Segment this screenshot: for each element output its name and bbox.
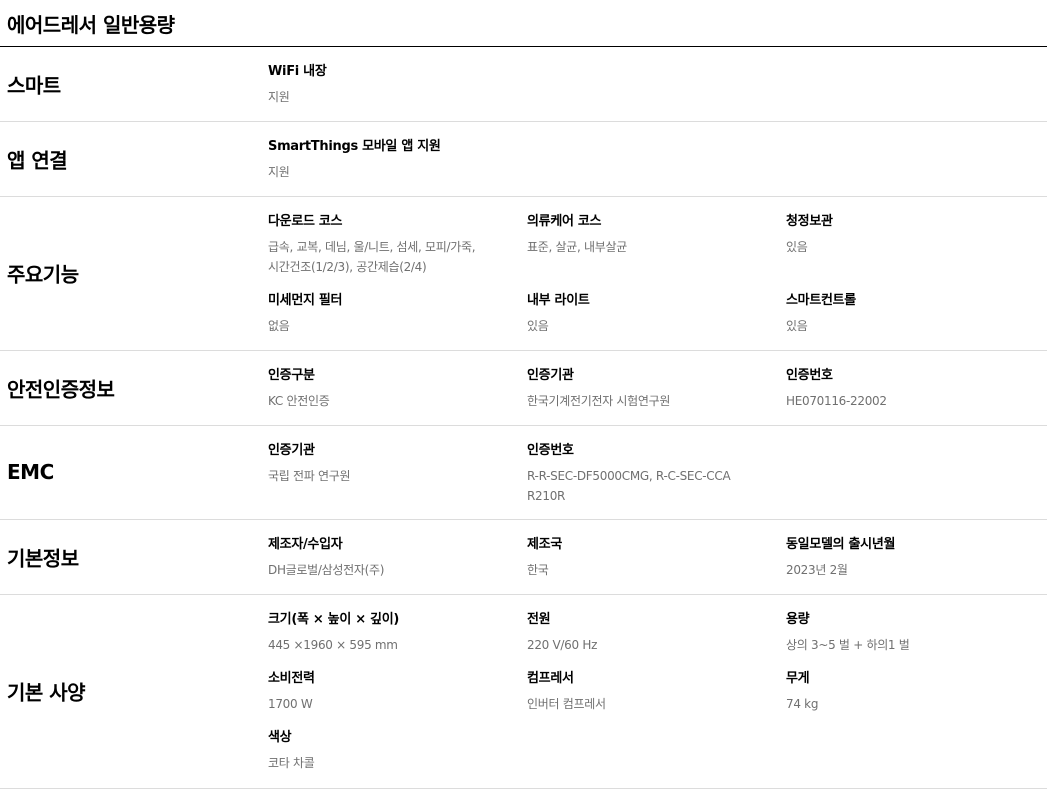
- spec-label: 스마트컨트롤: [786, 293, 856, 308]
- spec-label: 인증기관: [268, 443, 315, 458]
- spec-value: 없음: [268, 319, 290, 333]
- spec-item-clean-storage: 청정보관 있음: [786, 213, 1006, 257]
- section-title-smart: 스마트: [7, 73, 61, 98]
- spec-item-weight: 무게 74 kg: [786, 670, 1006, 714]
- spec-label: 청정보관: [786, 214, 833, 229]
- spec-value: 상의 3~5 벌 + 하의1 벌: [786, 638, 910, 652]
- section-spec: 기본 사양 크기(폭 × 높이 × 깊이) 445 ×1960 × 595 mm…: [0, 595, 1047, 789]
- spec-label: 전원: [527, 612, 551, 627]
- spec-value: 2023년 2월: [786, 563, 848, 577]
- spec-value: 한국기계전기전자 시험연구원: [527, 394, 671, 408]
- spec-item-wifi: WiFi 내장 지원: [268, 63, 488, 107]
- spec-item-compressor: 컴프레서 인버터 컴프레서: [527, 670, 747, 714]
- spec-label: 제조자/수입자: [268, 537, 343, 552]
- section-emc: EMC 인증기관 국립 전파 연구원 인증번호 R-R-SEC-DF5000CM…: [0, 426, 1047, 520]
- spec-value: 표준, 살균, 내부살균: [527, 240, 627, 254]
- spec-value: R-R-SEC-DF5000CMG, R-C-SEC-CCAR210R: [527, 469, 731, 503]
- section-features: 주요기능 다운로드 코스 급속, 교복, 데님, 울/니트, 섬세, 모피/가죽…: [0, 197, 1047, 351]
- section-smart: 스마트 WiFi 내장 지원: [0, 47, 1047, 122]
- spec-label: 다운로드 코스: [268, 214, 343, 229]
- section-safety: 안전인증정보 인증구분 KC 안전인증 인증기관 한국기계전기전자 시험연구원 …: [0, 351, 1047, 426]
- spec-value: HE070116-22002: [786, 394, 887, 408]
- section-title-spec: 기본 사양: [7, 680, 86, 705]
- spec-label: SmartThings 모바일 앱 지원: [268, 139, 441, 154]
- spec-item-release-date: 동일모델의 출시년월 2023년 2월: [786, 536, 1006, 580]
- spec-label: 인증구분: [268, 368, 315, 383]
- spec-item-cert-agency: 인증기관 한국기계전기전자 시험연구원: [527, 367, 747, 411]
- spec-value: 220 V/60 Hz: [527, 638, 598, 652]
- spec-label: 소비전력: [268, 671, 315, 686]
- spec-item-dust-filter: 미세먼지 필터 없음: [268, 292, 488, 336]
- spec-item-size: 크기(폭 × 높이 × 깊이) 445 ×1960 × 595 mm: [268, 611, 488, 655]
- section-title-app: 앱 연결: [7, 148, 68, 173]
- spec-item-download-course: 다운로드 코스 급속, 교복, 데님, 울/니트, 섬세, 모피/가죽, 시간건…: [268, 213, 488, 277]
- spec-item-smartthings: SmartThings 모바일 앱 지원 지원: [268, 138, 568, 182]
- spec-label: 내부 라이트: [527, 293, 590, 308]
- spec-value: 한국: [527, 563, 549, 577]
- section-title-emc: EMC: [7, 460, 54, 484]
- spec-item-cert-type: 인증구분 KC 안전인증: [268, 367, 488, 411]
- page-title: 에어드레서 일반용량: [7, 13, 175, 37]
- spec-value: DH글로벌/삼성전자(주): [268, 563, 385, 577]
- section-title-safety: 안전인증정보: [7, 377, 115, 402]
- spec-value: 지원: [268, 90, 290, 104]
- spec-value: 있음: [786, 240, 808, 254]
- spec-label: 크기(폭 × 높이 × 깊이): [268, 612, 399, 627]
- spec-item-emc-number: 인증번호 R-R-SEC-DF5000CMG, R-C-SEC-CCAR210R: [527, 442, 737, 506]
- spec-label: 인증번호: [527, 443, 574, 458]
- spec-label: 인증번호: [786, 368, 833, 383]
- section-basic: 기본정보 제조자/수입자 DH글로벌/삼성전자(주) 제조국 한국 동일모델의 …: [0, 520, 1047, 595]
- spec-item-power: 전원 220 V/60 Hz: [527, 611, 747, 655]
- spec-label: 미세먼지 필터: [268, 293, 343, 308]
- spec-label: 컴프레서: [527, 671, 574, 686]
- spec-value: 급속, 교복, 데님, 울/니트, 섬세, 모피/가죽, 시간건조(1/2/3)…: [268, 240, 476, 274]
- spec-value: 인버터 컴프레서: [527, 697, 606, 711]
- section-title-features: 주요기능: [7, 262, 79, 287]
- spec-value: 있음: [527, 319, 549, 333]
- spec-item-capacity: 용량 상의 3~5 벌 + 하의1 벌: [786, 611, 1006, 655]
- spec-item-cert-number: 인증번호 HE070116-22002: [786, 367, 1006, 411]
- spec-item-country: 제조국 한국: [527, 536, 747, 580]
- spec-value: 74 kg: [786, 697, 819, 711]
- spec-value: KC 안전인증: [268, 394, 330, 408]
- spec-value: 지원: [268, 165, 290, 179]
- spec-value: 코타 차콜: [268, 756, 315, 770]
- spec-item-manufacturer: 제조자/수입자 DH글로벌/삼성전자(주): [268, 536, 488, 580]
- section-title-basic: 기본정보: [7, 546, 79, 571]
- spec-label: 무게: [786, 671, 810, 686]
- spec-item-interior-light: 내부 라이트 있음: [527, 292, 747, 336]
- spec-item-power-consumption: 소비전력 1700 W: [268, 670, 488, 714]
- spec-label: 색상: [268, 730, 292, 745]
- spec-item-color: 색상 코타 차콜: [268, 729, 488, 773]
- spec-label: 제조국: [527, 537, 562, 552]
- spec-label: 의류케어 코스: [527, 214, 602, 229]
- spec-value: 있음: [786, 319, 808, 333]
- spec-value: 1700 W: [268, 697, 313, 711]
- spec-label: 동일모델의 출시년월: [786, 537, 896, 552]
- spec-label: 인증기관: [527, 368, 574, 383]
- spec-label: WiFi 내장: [268, 64, 327, 79]
- spec-label: 용량: [786, 612, 810, 627]
- spec-item-emc-agency: 인증기관 국립 전파 연구원: [268, 442, 488, 486]
- spec-value: 445 ×1960 × 595 mm: [268, 638, 398, 652]
- spec-item-care-course: 의류케어 코스 표준, 살균, 내부살균: [527, 213, 747, 257]
- spec-item-smart-control: 스마트컨트롤 있음: [786, 292, 1006, 336]
- spec-value: 국립 전파 연구원: [268, 469, 351, 483]
- section-app: 앱 연결 SmartThings 모바일 앱 지원 지원: [0, 122, 1047, 197]
- spec-page: 에어드레서 일반용량 스마트 WiFi 내장 지원 앱 연결 SmartThin…: [0, 0, 1049, 793]
